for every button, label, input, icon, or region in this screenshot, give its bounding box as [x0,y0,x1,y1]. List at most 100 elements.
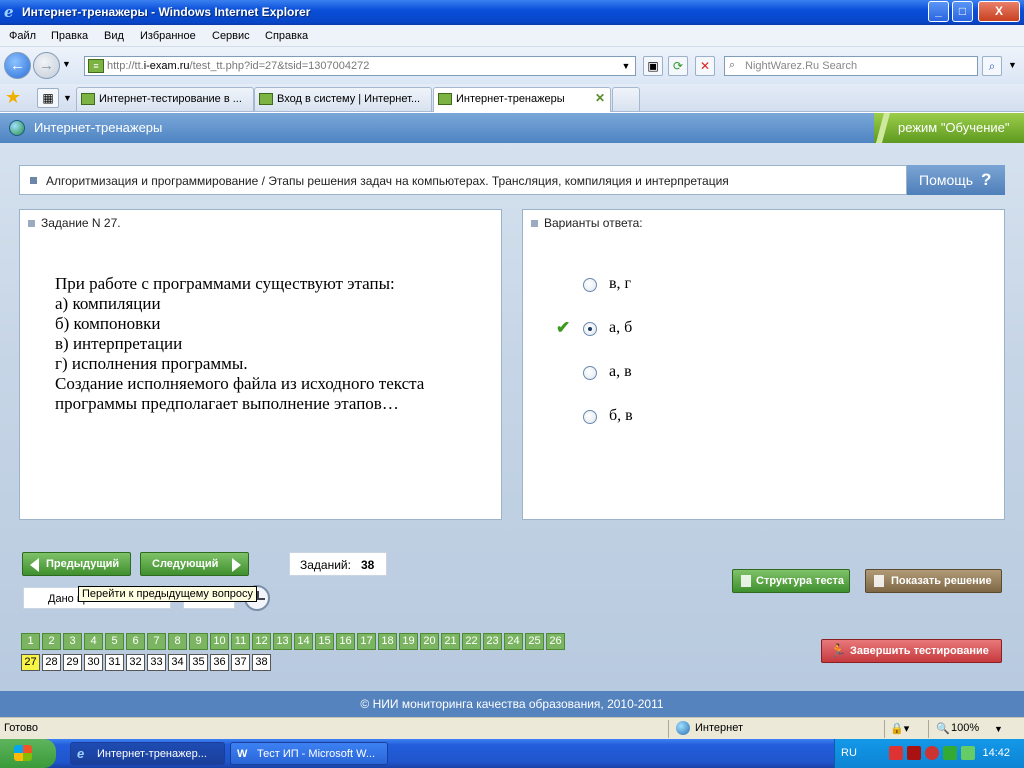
question-number-18[interactable]: 18 [378,633,397,650]
radio-button[interactable] [583,278,597,292]
stop-icon[interactable]: ✕ [695,56,715,76]
radio-button[interactable] [583,366,597,380]
forward-button[interactable]: → [33,52,60,79]
question-number-1[interactable]: 1 [21,633,40,650]
tray-app-icon[interactable] [889,746,903,760]
maximize-button[interactable]: □ [952,1,973,22]
answer-option[interactable]: а, в [583,362,783,384]
start-button[interactable] [0,739,56,768]
zoom-icon[interactable]: 🔍 [936,722,950,735]
tab-internet-testing[interactable]: Интернет-тестирование в ... [76,87,254,111]
question-number-17[interactable]: 17 [357,633,376,650]
answer-option[interactable]: б, в [583,406,783,428]
next-button[interactable]: Следующий [140,552,249,576]
radio-button[interactable] [583,410,597,424]
question-number-10[interactable]: 10 [210,633,229,650]
radio-button-selected[interactable] [583,322,597,336]
address-dropdown-icon[interactable]: ▼ [619,58,633,74]
question-number-35[interactable]: 35 [189,654,208,671]
tab-login[interactable]: Вход в систему | Интернет... [254,87,432,111]
question-number-3[interactable]: 3 [63,633,82,650]
close-window-button[interactable]: X [978,1,1020,22]
answer-option[interactable]: ✔ а, б [556,318,783,340]
tab-close-icon[interactable]: ✕ [595,91,605,105]
back-button[interactable]: ← [4,52,31,79]
antivirus-icon[interactable] [907,746,921,760]
question-number-26[interactable]: 26 [546,633,565,650]
minimize-button[interactable]: _ [928,1,949,22]
question-number-37[interactable]: 37 [231,654,250,671]
tray-alert-icon[interactable] [925,746,939,760]
show-solution-button[interactable]: Показать решение [865,569,1002,593]
taskbar-item-ie[interactable]: e Интернет-тренажер... [70,742,225,765]
question-number-31[interactable]: 31 [105,654,124,671]
finish-test-button[interactable]: 🏃 Завершить тестирование [821,639,1002,663]
question-number-7[interactable]: 7 [147,633,166,650]
menu-file[interactable]: Файл [9,30,36,42]
tab-trainers[interactable]: Интернет-тренажеры ✕ [433,87,611,112]
question-number-6[interactable]: 6 [126,633,145,650]
history-dropdown-icon[interactable]: ▼ [62,59,71,69]
help-button[interactable]: Помощь ? [907,165,1005,195]
question-number-32[interactable]: 32 [126,654,145,671]
question-number-20[interactable]: 20 [420,633,439,650]
question-number-13[interactable]: 13 [273,633,292,650]
tasks-counter: Заданий: 38 [289,552,387,576]
compat-view-icon[interactable]: ▣ [643,56,663,76]
question-number-16[interactable]: 16 [336,633,355,650]
question-number-5[interactable]: 5 [105,633,124,650]
question-number-8[interactable]: 8 [168,633,187,650]
favorites-star-icon[interactable]: ★ [5,87,21,108]
question-number-28[interactable]: 28 [42,654,61,671]
new-tab-button[interactable] [612,87,640,111]
question-number-38[interactable]: 38 [252,654,271,671]
tray-network-icon[interactable] [961,746,975,760]
protected-mode-icon[interactable]: 🔒▾ [890,722,909,735]
question-number-33[interactable]: 33 [147,654,166,671]
question-number-24[interactable]: 24 [504,633,523,650]
site-favicon-icon: ≡ [88,59,104,73]
search-icon[interactable]: ⌕ [982,56,1002,76]
question-number-4[interactable]: 4 [84,633,103,650]
tab-favicon-icon [81,93,95,105]
refresh-icon[interactable]: ⟳ [668,56,688,76]
search-input[interactable]: ⌕ NightWarez.Ru Search [724,56,978,76]
tab-list-dropdown-icon[interactable]: ▼ [63,93,72,103]
search-options-icon[interactable]: ▼ [1008,60,1017,70]
answer-option[interactable]: в, г [583,274,783,296]
taskbar-item-word[interactable]: W Тест ИП - Microsoft W... [230,742,388,765]
tab-favicon-icon [438,93,452,105]
language-indicator[interactable]: RU [841,747,857,759]
zoom-dropdown-icon[interactable]: ▼ [994,724,1003,734]
question-number-36[interactable]: 36 [210,654,229,671]
zoom-level[interactable]: 100% [951,722,979,734]
address-field[interactable]: ≡ http://tt.i-exam.ru/test_tt.php?id=27&… [84,56,636,76]
question-number-15[interactable]: 15 [315,633,334,650]
question-number-21[interactable]: 21 [441,633,460,650]
question-number-27[interactable]: 27 [21,654,40,671]
question-number-11[interactable]: 11 [231,633,250,650]
question-number-2[interactable]: 2 [42,633,61,650]
ie-icon: e [77,746,85,761]
quick-tabs-icon[interactable]: ▦ [37,88,59,108]
question-number-29[interactable]: 29 [63,654,82,671]
menu-edit[interactable]: Правка [51,30,88,42]
menu-bar: Файл Правка Вид Избранное Сервис Справка [0,25,1024,47]
question-number-22[interactable]: 22 [462,633,481,650]
menu-view[interactable]: Вид [104,30,124,42]
question-number-34[interactable]: 34 [168,654,187,671]
menu-tools[interactable]: Сервис [212,30,250,42]
list-icon [741,575,751,587]
question-number-9[interactable]: 9 [189,633,208,650]
question-number-30[interactable]: 30 [84,654,103,671]
menu-help[interactable]: Справка [265,30,308,42]
question-number-19[interactable]: 19 [399,633,418,650]
question-number-23[interactable]: 23 [483,633,502,650]
question-number-12[interactable]: 12 [252,633,271,650]
question-number-25[interactable]: 25 [525,633,544,650]
menu-favorites[interactable]: Избранное [140,30,196,42]
test-structure-button[interactable]: Структура теста [732,569,850,593]
prev-button[interactable]: Предыдущий [22,552,131,576]
question-number-14[interactable]: 14 [294,633,313,650]
tray-power-icon[interactable] [943,746,957,760]
